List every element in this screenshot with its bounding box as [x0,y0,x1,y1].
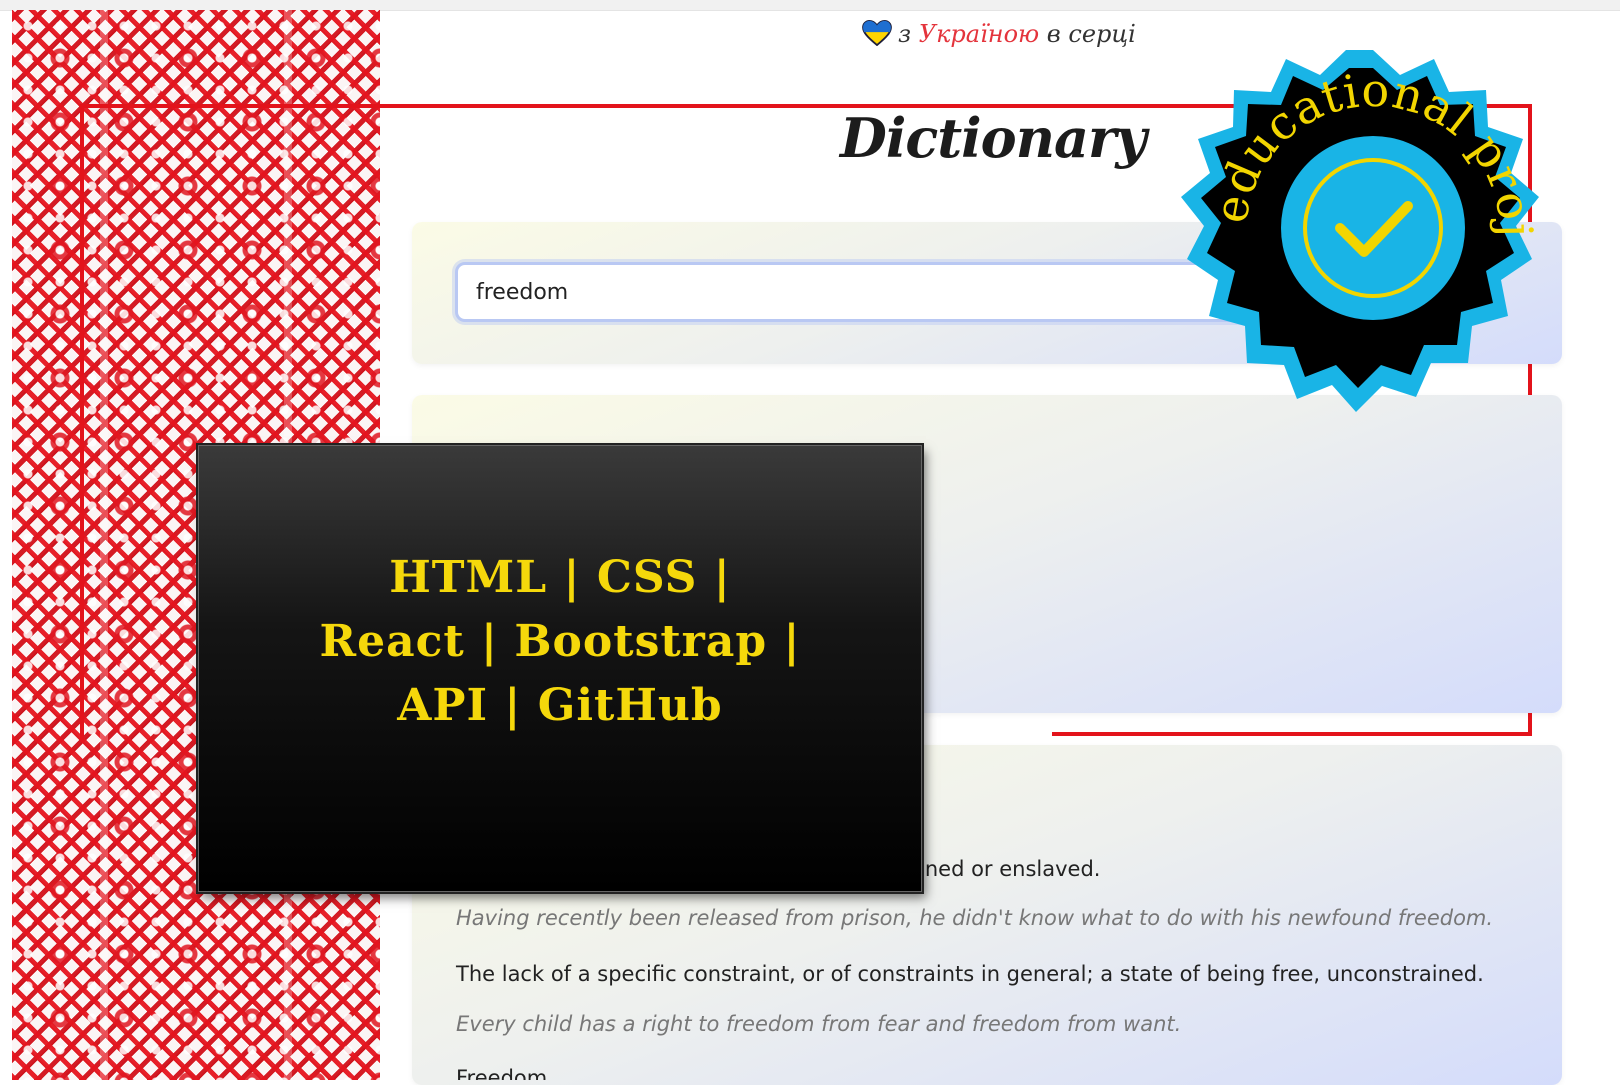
definition-1-fragment: oned or enslaved. [912,857,1101,881]
example-2: Every child has a right to freedom from … [456,1012,1182,1036]
tagline-highlight: Україною [918,20,1040,48]
definition-3-partial: Freedom … [456,1066,575,1080]
educational-project-badge: educational project [1168,28,1542,412]
tech-stack-text: HTML | CSS | React | Bootstrap | API | G… [199,546,921,738]
heart-icon [862,20,892,46]
frame-line-bottom [1052,732,1532,736]
frame-line-left [80,104,84,740]
tagline-suffix: в серці [1046,20,1136,48]
tech-line-3: API | GitHub [397,680,723,731]
tech-line-2: React | Bootstrap | [319,616,801,667]
tagline-prefix: з [898,20,912,48]
tech-line-1: HTML | CSS | [389,552,731,603]
page-title: Dictionary [840,106,1147,170]
badge-inner-circle [1281,136,1465,320]
tagline: з Україною в серці [862,20,1136,48]
tech-stack-panel: HTML | CSS | React | Bootstrap | API | G… [198,445,922,892]
definition-2: The lack of a specific constraint, or of… [456,962,1484,986]
example-1: Having recently been released from priso… [456,906,1494,930]
